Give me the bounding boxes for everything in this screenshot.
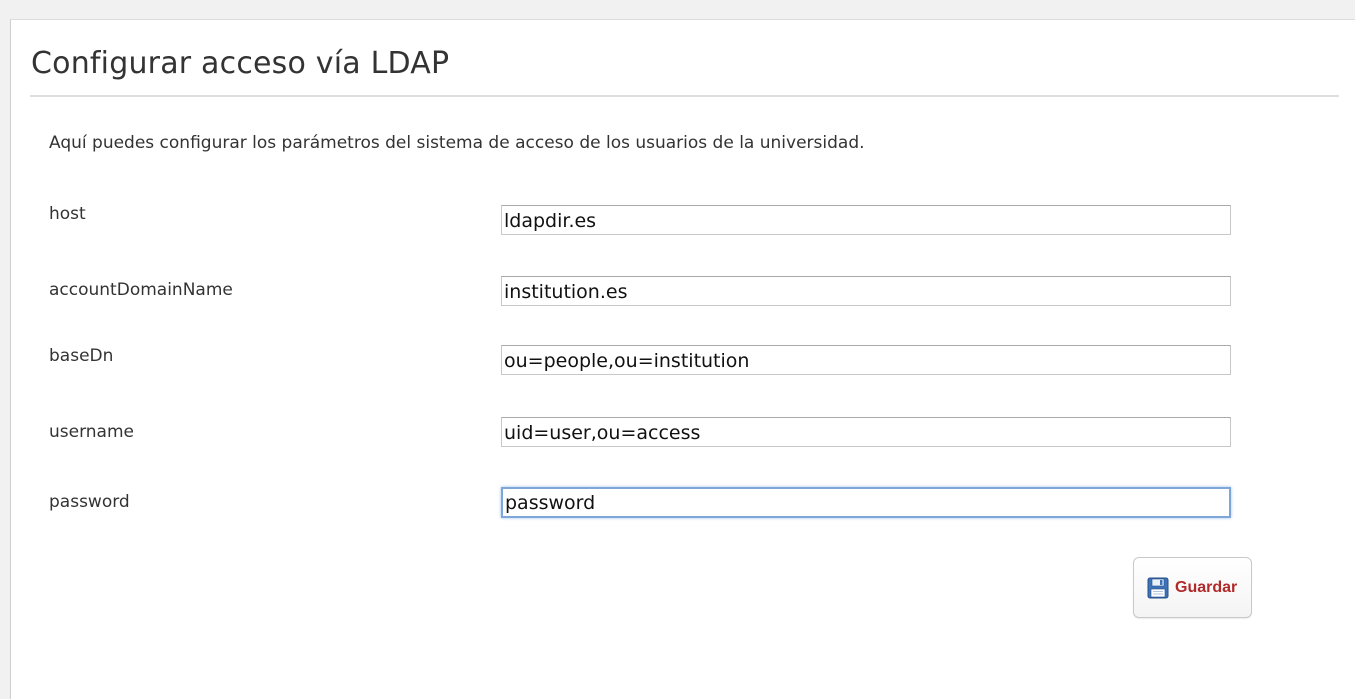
page-title: Configurar acceso vía LDAP [31,46,450,81]
password-input[interactable] [501,487,1231,518]
save-button-label: Guardar [1175,578,1238,596]
base-dn-label: baseDn [49,346,114,366]
account-domain-name-input[interactable] [501,276,1231,306]
title-divider [30,95,1339,97]
save-button[interactable]: Guardar [1133,557,1252,618]
username-input[interactable] [501,417,1231,447]
password-label: password [49,492,130,512]
account-domain-name-label: accountDomainName [49,280,233,300]
floppy-disk-icon [1147,577,1169,599]
host-input[interactable] [501,205,1231,235]
intro-text: Aquí puedes configurar los parámetros de… [49,133,865,153]
username-label: username [49,422,134,442]
ldap-config-panel: Configurar acceso vía LDAP Aquí puedes c… [10,19,1355,699]
host-label: host [49,204,86,224]
base-dn-input[interactable] [501,345,1231,375]
